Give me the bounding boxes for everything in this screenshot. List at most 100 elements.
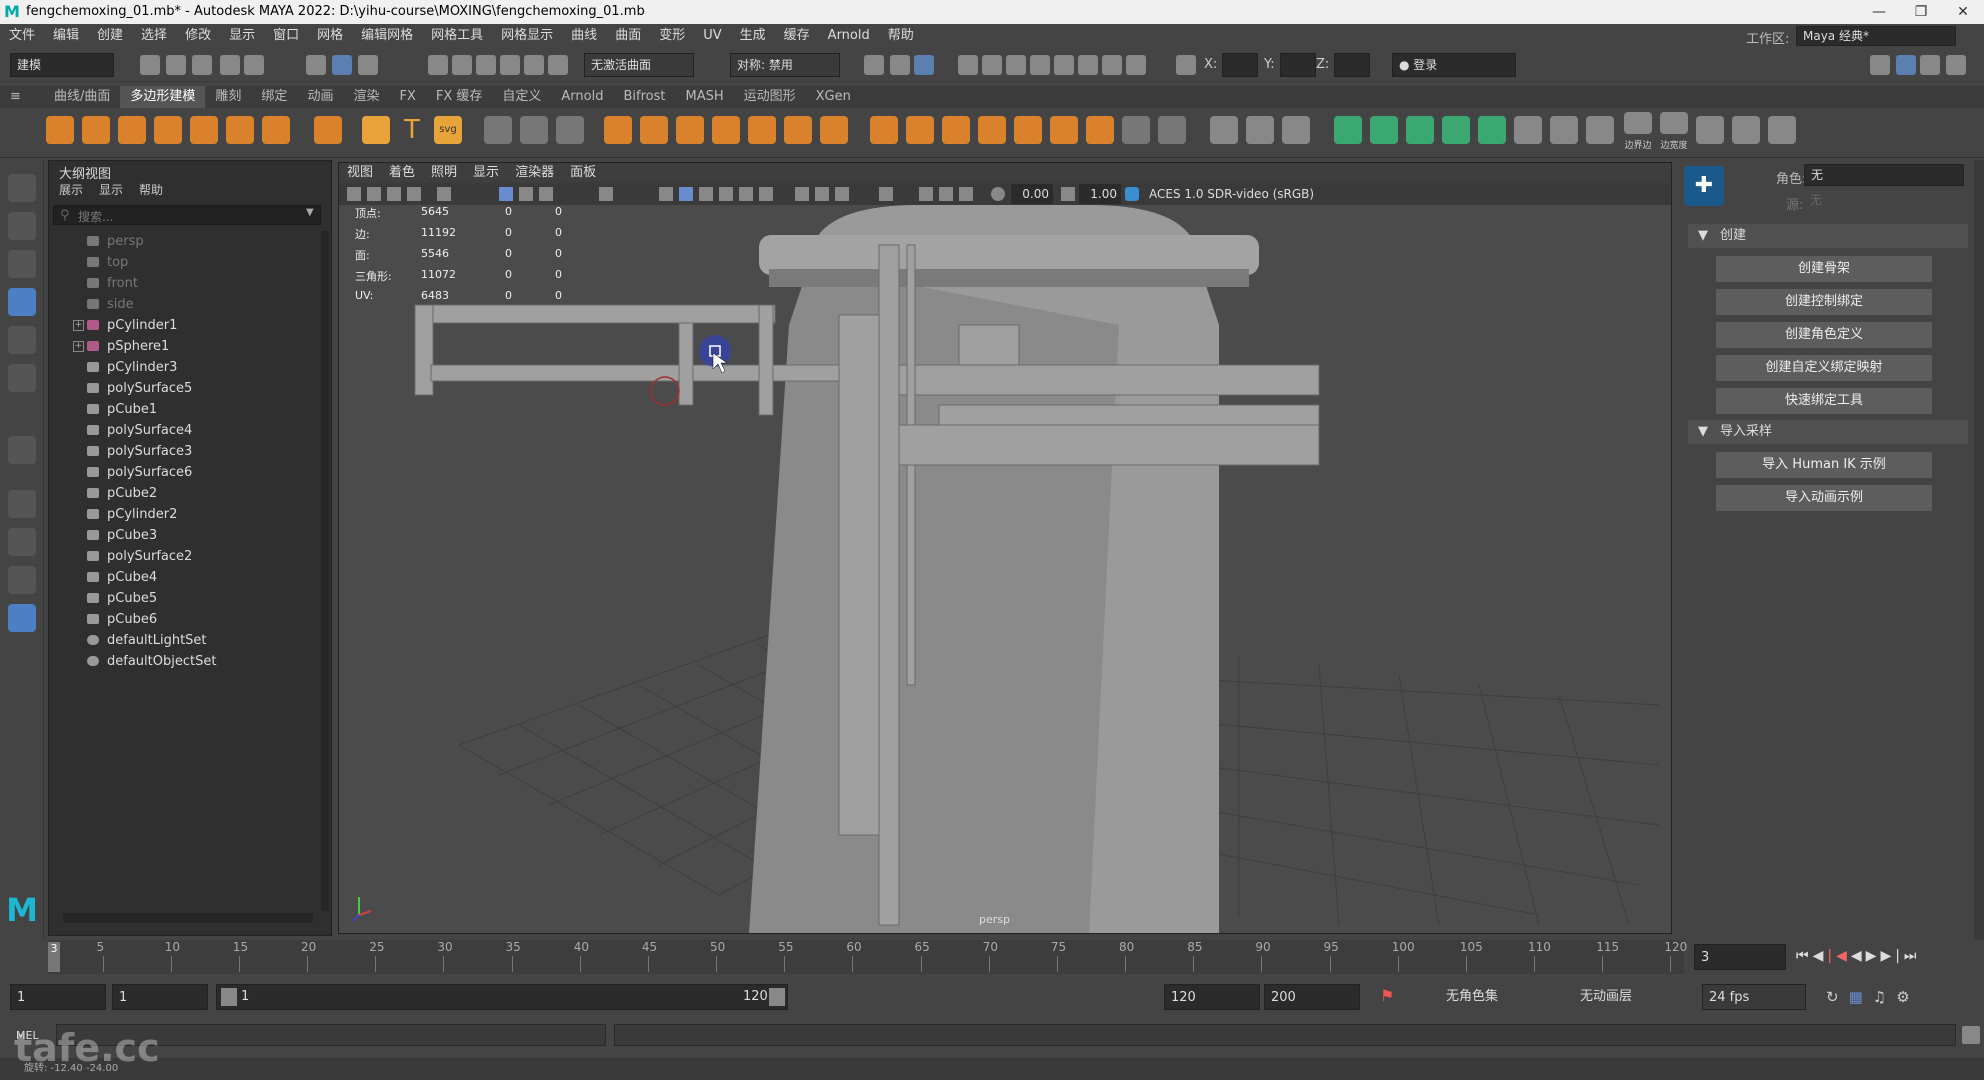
- shadows-icon[interactable]: [759, 187, 773, 201]
- side-tab-strip[interactable]: [1974, 160, 1984, 942]
- outliner-menu-help[interactable]: 帮助: [139, 183, 163, 197]
- exposure-icon[interactable]: [991, 187, 1005, 201]
- exposure-field[interactable]: 0.00: [1011, 184, 1053, 204]
- menu-mesh-tools[interactable]: 网格工具: [422, 24, 492, 48]
- outliner-item-polysurface4[interactable]: polySurface4: [49, 420, 319, 441]
- shelf-tab-rigging[interactable]: 绑定: [251, 86, 297, 108]
- outliner-menu-show[interactable]: 展示: [59, 183, 83, 197]
- menu-windows[interactable]: 窗口: [264, 24, 308, 48]
- attribute-editor-icon[interactable]: [1896, 55, 1916, 75]
- poly-disc-icon[interactable]: [262, 116, 290, 144]
- menu-curves[interactable]: 曲线: [562, 24, 606, 48]
- shelf-tab-animation[interactable]: 动画: [297, 86, 343, 108]
- menu-surfaces[interactable]: 曲面: [606, 24, 650, 48]
- shelf-tab-sculpting[interactable]: 雕刻: [205, 86, 251, 108]
- shelf-tab-curves[interactable]: 曲线/曲面: [44, 86, 120, 108]
- sound-icon[interactable]: ♫: [1873, 988, 1896, 1006]
- select-tool-icon[interactable]: [8, 174, 36, 202]
- playback-end-field[interactable]: 120: [1164, 984, 1260, 1010]
- offset-edge-loop-icon[interactable]: [1282, 116, 1310, 144]
- svg-tool-icon[interactable]: svg: [434, 116, 462, 144]
- edge-width-icon[interactable]: [1660, 112, 1688, 134]
- poly-plane-icon[interactable]: [226, 116, 254, 144]
- outliner-item-pcylinder2[interactable]: pCylinder2: [49, 504, 319, 525]
- fill-hole-icon[interactable]: [978, 116, 1006, 144]
- loop-icon[interactable]: ↻: [1826, 988, 1849, 1006]
- smooth-shade-icon[interactable]: [679, 187, 693, 201]
- delete-vertex-icon[interactable]: [1586, 116, 1614, 144]
- color-space-select[interactable]: ACES 1.0 SDR-video (sRGB): [1145, 184, 1381, 204]
- tool-settings-icon[interactable]: [1920, 55, 1940, 75]
- new-scene-icon[interactable]: [140, 55, 160, 75]
- restore-button[interactable]: ❐: [1898, 0, 1944, 24]
- camera-attributes-icon[interactable]: [367, 187, 381, 201]
- outliner-menu-display[interactable]: 显示: [99, 183, 123, 197]
- poly-cone-icon[interactable]: [154, 116, 182, 144]
- shelf-tab-mash[interactable]: MASH: [675, 86, 733, 108]
- open-scene-icon[interactable]: [166, 55, 186, 75]
- sculpt-geometry-icon[interactable]: [484, 116, 512, 144]
- viewport-persp[interactable]: 视图 着色 照明 显示 渲染器 面板 0.00 1.00 ACES 1.0 SDR-vid…: [338, 162, 1672, 934]
- range-end-handle[interactable]: [769, 988, 785, 1006]
- modeling-toolkit-icon[interactable]: [1870, 55, 1890, 75]
- xray-joints-icon[interactable]: [939, 187, 953, 201]
- single-perspective-icon[interactable]: [8, 490, 36, 518]
- bookmark-icon[interactable]: [387, 187, 401, 201]
- four-view-icon[interactable]: [8, 528, 36, 556]
- shelf-tab-fx[interactable]: FX: [389, 86, 425, 108]
- current-frame-field[interactable]: 3: [1694, 944, 1786, 970]
- outliner-item-persp[interactable]: persp: [49, 231, 319, 252]
- outliner-item-pcylinder1[interactable]: + pCylinder1: [49, 315, 319, 336]
- antialiasing-icon[interactable]: [835, 187, 849, 201]
- y-field[interactable]: [1280, 53, 1316, 77]
- shelf-tab-xgen[interactable]: XGen: [806, 86, 861, 108]
- poly-platonic-icon[interactable]: [314, 116, 342, 144]
- menu-mesh[interactable]: 网格: [308, 24, 352, 48]
- create-custom-rig-mapping-button[interactable]: 创建自定义绑定映射: [1716, 355, 1932, 381]
- character-select[interactable]: 无: [1804, 164, 1964, 186]
- freeze-transform-icon[interactable]: [556, 116, 584, 144]
- shelf-tab-fx-caching[interactable]: FX 缓存: [426, 86, 493, 108]
- grease-pencil-icon[interactable]: [437, 187, 451, 201]
- extra-tool-1-icon[interactable]: [1696, 116, 1724, 144]
- expand-icon[interactable]: +: [73, 341, 84, 352]
- outliner-item-pcube3[interactable]: pCube3: [49, 525, 319, 546]
- step-forward-key-icon[interactable]: ▶|: [1880, 948, 1903, 964]
- menu-generate[interactable]: 生成: [731, 24, 775, 48]
- append-polygon-icon[interactable]: [1014, 116, 1042, 144]
- menu-create[interactable]: 创建: [88, 24, 132, 48]
- play-forward-icon[interactable]: ▶: [1866, 948, 1881, 964]
- snap-grid-icon[interactable]: [428, 55, 448, 75]
- viewport-menu-lighting[interactable]: 照明: [423, 163, 465, 183]
- insert-edge-loop-icon[interactable]: [1246, 116, 1274, 144]
- pause-icon[interactable]: [1126, 55, 1146, 75]
- range-start-handle[interactable]: [221, 988, 237, 1006]
- delete-edge-icon[interactable]: [1550, 116, 1578, 144]
- outliner-hscrollbar[interactable]: [63, 913, 313, 923]
- outliner-item-pcylinder3[interactable]: pCylinder3: [49, 357, 319, 378]
- viewport-menu-show[interactable]: 显示: [465, 163, 507, 183]
- arnold-render-icon[interactable]: [1102, 55, 1122, 75]
- viewport-menu-view[interactable]: 视图: [339, 163, 381, 183]
- outliner-item-side[interactable]: side: [49, 294, 319, 315]
- symmetry-select[interactable]: 对称: 禁用: [730, 53, 840, 77]
- select-component-icon[interactable]: [358, 55, 378, 75]
- smooth-icon[interactable]: [676, 116, 704, 144]
- xray-icon[interactable]: [919, 187, 933, 201]
- bridge-icon[interactable]: [906, 116, 934, 144]
- merge-icon[interactable]: [1050, 116, 1078, 144]
- menu-file[interactable]: 文件: [0, 24, 44, 48]
- snap-surface-icon[interactable]: [524, 55, 544, 75]
- history-icon[interactable]: [864, 55, 884, 75]
- step-back-key-icon[interactable]: |◀: [1827, 948, 1850, 964]
- safe-action-icon[interactable]: [599, 187, 613, 201]
- menu-cache[interactable]: 缓存: [775, 24, 819, 48]
- snap-point-icon[interactable]: [476, 55, 496, 75]
- collapse-icon[interactable]: [1086, 116, 1114, 144]
- mode-select[interactable]: 建模: [10, 53, 114, 77]
- shelf-tab-bifrost[interactable]: Bifrost: [613, 86, 675, 108]
- playback-start-field[interactable]: 1: [112, 984, 208, 1010]
- outliner-item-polysurface3[interactable]: polySurface3: [49, 441, 319, 462]
- animation-start-field[interactable]: 1: [10, 984, 106, 1010]
- isolate-select-icon[interactable]: [879, 187, 893, 201]
